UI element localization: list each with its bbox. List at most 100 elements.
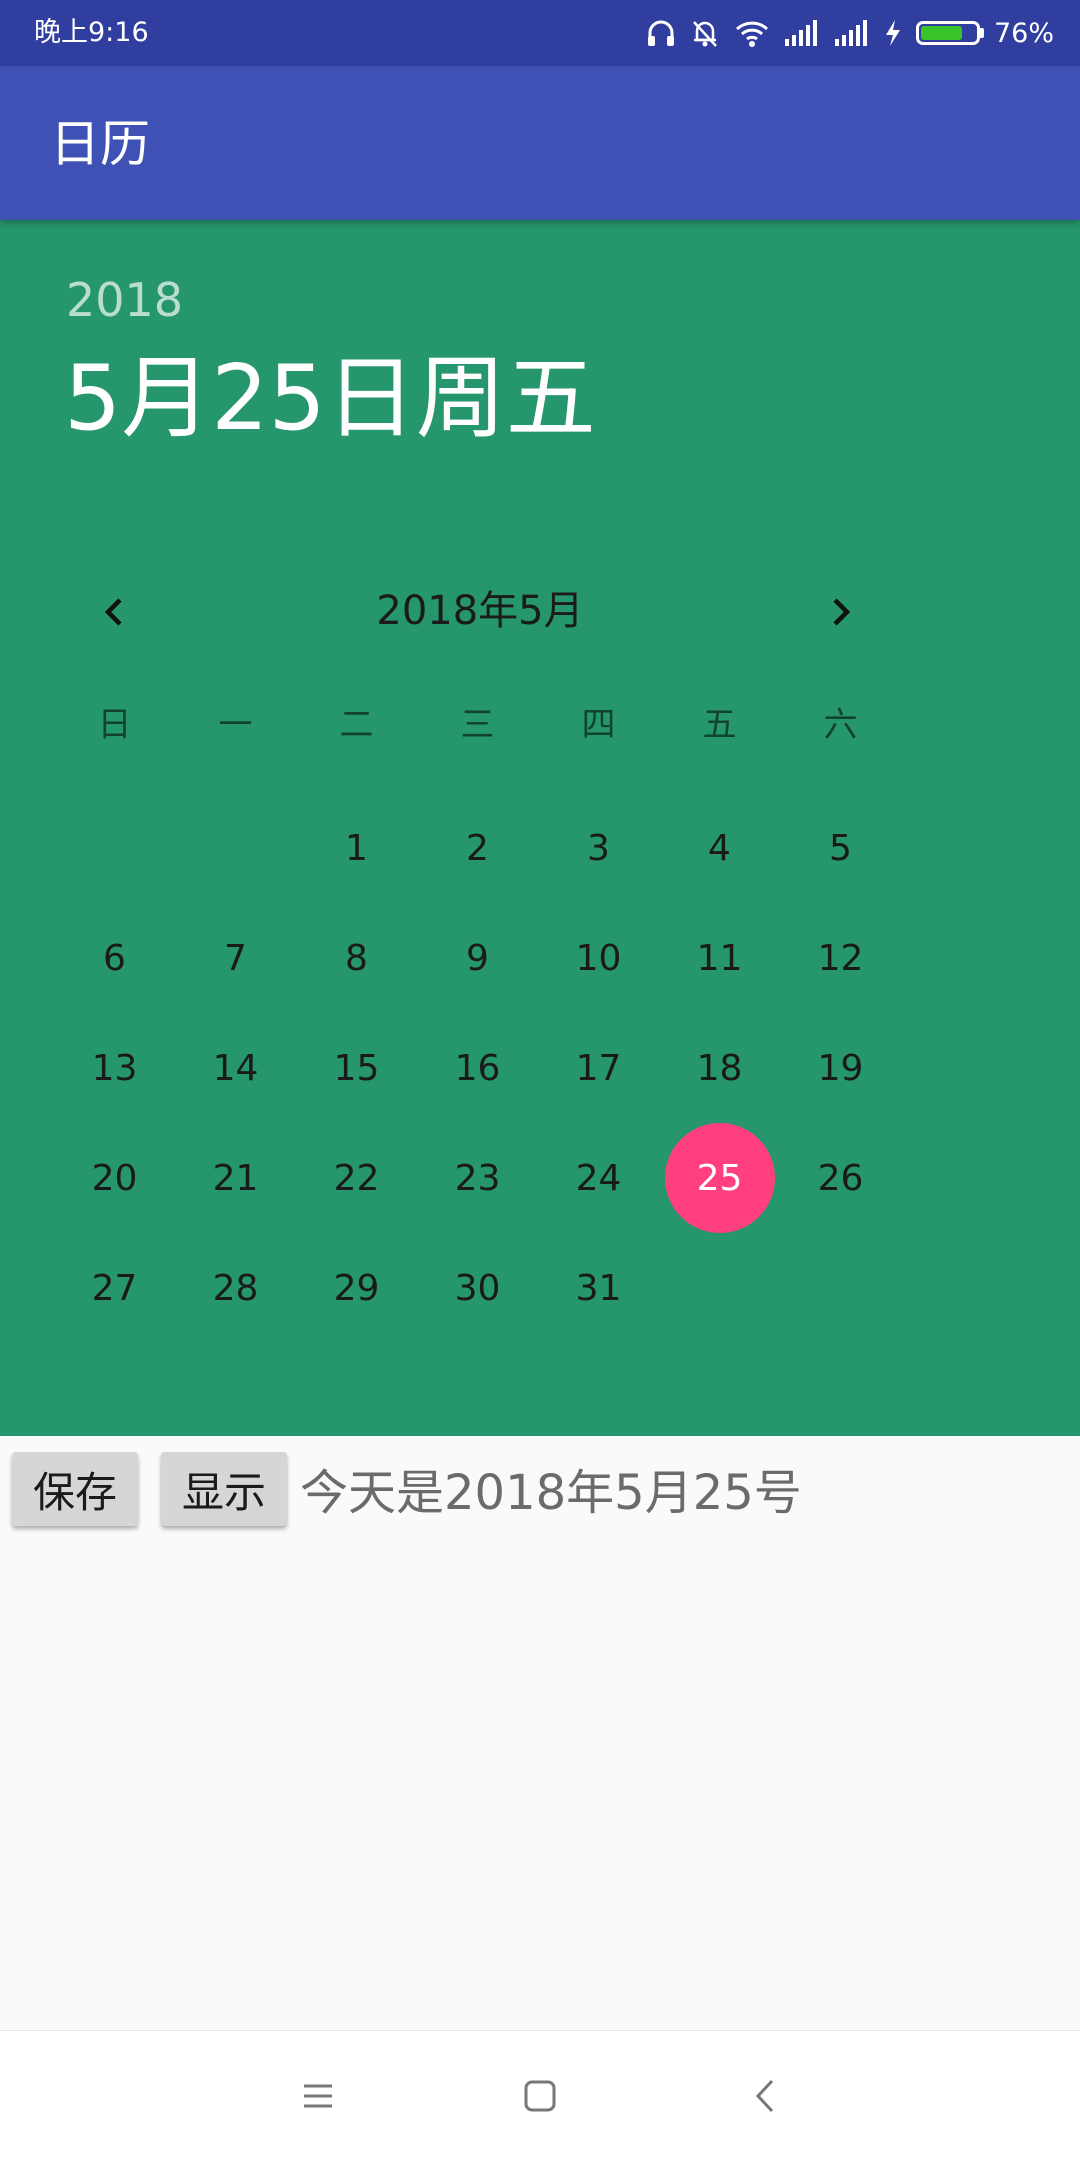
date-picker-panel: 2018 5月25日周五 2018年5月 日 一 二 三 四 五 六 1 2 3…	[0, 220, 1080, 1436]
today-text: 今天是2018年5月25号	[300, 1465, 802, 1521]
chevron-right-icon	[833, 598, 851, 626]
back-icon	[755, 2079, 774, 2113]
day-cell[interactable]: 13	[54, 1013, 175, 1123]
day-cell[interactable]: 21	[175, 1123, 296, 1233]
day-number: 26	[817, 1157, 864, 1199]
day-cell[interactable]: 30	[417, 1233, 538, 1343]
day-cell[interactable]: 23	[417, 1123, 538, 1233]
header-selected-date[interactable]: 5月25日周五	[64, 344, 596, 454]
header-year[interactable]: 2018	[66, 272, 183, 328]
battery-level-fill	[920, 26, 963, 40]
app-title: 日历	[50, 115, 150, 173]
headset-icon	[647, 20, 674, 46]
mute-bell-icon	[693, 21, 717, 47]
day-cell[interactable]: 1	[296, 793, 417, 903]
back-button[interactable]	[736, 2066, 796, 2126]
weekday-label: 二	[339, 705, 374, 745]
day-cell[interactable]: 17	[538, 1013, 659, 1123]
day-number: 29	[333, 1267, 380, 1309]
chevron-left-icon	[104, 598, 122, 626]
day-number: 1	[345, 827, 368, 869]
show-button[interactable]: 显示	[161, 1452, 287, 1526]
calendar-app-screen: 晚上9:16 76% 日历 2018 5月25日周五 2018年5月 日 一 二…	[0, 0, 1080, 2160]
day-cell[interactable]: 26	[780, 1123, 901, 1233]
weekday-label: 五	[702, 705, 737, 745]
day-cell[interactable]: 27	[54, 1233, 175, 1343]
month-label: 2018年5月	[376, 588, 584, 634]
day-number: 14	[212, 1047, 259, 1089]
day-number: 27	[91, 1267, 138, 1309]
day-number: 8	[345, 937, 368, 979]
day-cell-empty	[54, 793, 175, 903]
home-icon	[524, 2080, 556, 2112]
status-bar: 晚上9:16 76%	[0, 0, 1080, 66]
day-number: 23	[454, 1157, 501, 1199]
day-cell[interactable]: 15	[296, 1013, 417, 1123]
day-cell-empty	[780, 1233, 901, 1343]
day-cell[interactable]: 6	[54, 903, 175, 1013]
day-number: 7	[224, 937, 247, 979]
day-cell[interactable]: 4	[659, 793, 780, 903]
status-icons: 76%	[646, 14, 1054, 52]
day-number: 28	[212, 1267, 259, 1309]
day-cell-empty	[175, 793, 296, 903]
day-cell-selected[interactable]: 25	[659, 1123, 780, 1233]
charging-bolt-icon	[885, 20, 900, 46]
day-cell[interactable]: 19	[780, 1013, 901, 1123]
day-cell[interactable]: 16	[417, 1013, 538, 1123]
day-cell[interactable]: 24	[538, 1123, 659, 1233]
day-cell[interactable]: 31	[538, 1233, 659, 1343]
status-time: 晚上9:16	[34, 17, 149, 48]
recent-apps-button[interactable]	[288, 2066, 348, 2126]
day-grid: 1 2 3 4 5 6 7 8 9 10 11 12 13 14 15 16 1…	[54, 793, 900, 1343]
day-number: 31	[575, 1267, 622, 1309]
day-number: 15	[333, 1047, 380, 1089]
save-button[interactable]: 保存	[12, 1452, 138, 1526]
app-bar: 日历	[0, 66, 1080, 220]
day-number: 4	[708, 827, 731, 869]
day-number: 22	[333, 1157, 380, 1199]
weekday-label: 三	[460, 705, 495, 745]
signal-icon	[784, 20, 817, 46]
day-cell[interactable]: 22	[296, 1123, 417, 1233]
day-cell[interactable]: 5	[780, 793, 901, 903]
day-cell[interactable]: 12	[780, 903, 901, 1013]
next-month-button[interactable]	[800, 572, 880, 652]
day-number: 2	[466, 827, 489, 869]
day-number: 3	[587, 827, 610, 869]
system-navigation-bar	[0, 2030, 1080, 2160]
day-cell[interactable]: 8	[296, 903, 417, 1013]
day-number: 21	[212, 1157, 259, 1199]
day-cell[interactable]: 11	[659, 903, 780, 1013]
battery-percent: 76%	[993, 17, 1054, 49]
weekday-header-row: 日 一 二 三 四 五 六	[54, 690, 900, 760]
day-number: 12	[817, 937, 864, 979]
day-cell[interactable]: 14	[175, 1013, 296, 1123]
day-number: 19	[817, 1047, 864, 1089]
day-number: 17	[575, 1047, 622, 1089]
day-number: 9	[466, 937, 489, 979]
day-cell[interactable]: 28	[175, 1233, 296, 1343]
battery-icon: 76%	[915, 17, 1054, 49]
home-button[interactable]	[510, 2066, 570, 2126]
day-cell[interactable]: 2	[417, 793, 538, 903]
day-cell[interactable]: 7	[175, 903, 296, 1013]
day-cell[interactable]: 10	[538, 903, 659, 1013]
weekday-label: 日	[97, 705, 132, 745]
day-cell[interactable]: 29	[296, 1233, 417, 1343]
day-number: 13	[91, 1047, 138, 1089]
menu-icon	[304, 2084, 332, 2108]
weekday-label: 一	[218, 705, 253, 745]
signal-icon	[834, 20, 867, 46]
day-cell[interactable]: 20	[54, 1123, 175, 1233]
day-number: 5	[829, 827, 852, 869]
day-cell[interactable]: 3	[538, 793, 659, 903]
day-cell[interactable]: 9	[417, 903, 538, 1013]
day-number: 10	[575, 937, 622, 979]
day-number: 30	[454, 1267, 501, 1309]
wifi-icon	[735, 21, 769, 47]
day-number-selected: 25	[696, 1157, 743, 1199]
previous-month-button[interactable]	[75, 572, 155, 652]
day-number: 24	[575, 1157, 622, 1199]
day-cell[interactable]: 18	[659, 1013, 780, 1123]
